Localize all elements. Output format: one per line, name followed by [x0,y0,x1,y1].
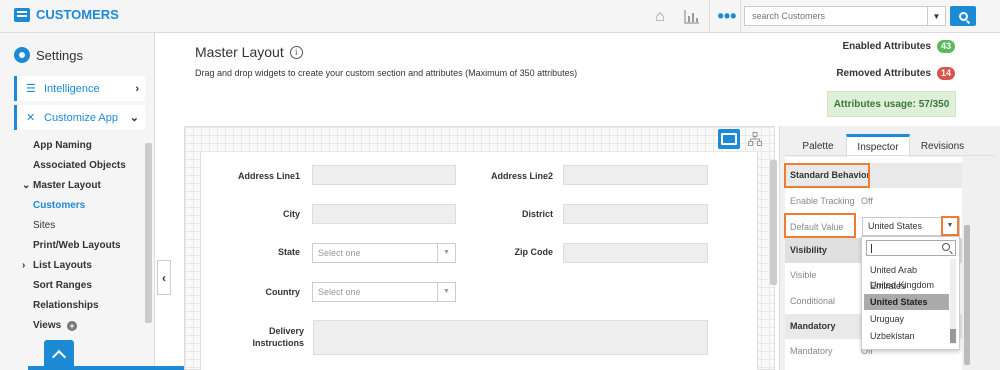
gear-icon [14,47,30,63]
canvas-scrollbar[interactable] [770,160,777,285]
home-icon[interactable]: ⌂ [644,0,676,33]
sidebar-item-sort-ranges[interactable]: Sort Ranges [33,280,92,291]
dropdown-option-selected[interactable]: United States [864,294,949,310]
search-icon [958,11,968,21]
tree-view-icon[interactable] [744,129,766,149]
city-label: City [282,209,300,219]
dropdown-scrollbar[interactable] [950,259,956,344]
sidebar-section-label: Customize App [44,111,118,124]
info-icon[interactable]: i [289,45,303,59]
dropdown-arrow-icon[interactable]: ▼ [941,216,959,236]
address-line1-label: Address Line1 [237,171,300,181]
mandatory-label: Mandatory [790,346,833,356]
search-button[interactable] [950,6,976,26]
divider [740,0,741,33]
page-title: Master Layout i [195,44,303,60]
address-line1-input[interactable] [312,165,456,185]
settings-title: Settings [36,47,83,63]
add-view-icon[interactable]: + [66,321,77,331]
panel-scrollbar[interactable] [964,225,970,365]
page-title-text: Master Layout [195,44,284,60]
address-line2-input[interactable] [563,165,708,185]
highlight-box [784,163,870,188]
enable-tracking-label: Enable Tracking [790,196,855,206]
state-select[interactable]: Select one ▼ [312,243,456,263]
divider [785,155,995,156]
city-input[interactable] [312,204,456,224]
app-title: CUSTOMERS [36,7,119,22]
dropdown-option[interactable]: Uzbekistan [864,328,949,344]
desktop-view-icon[interactable] [718,129,740,149]
list-icon: ☰ [26,83,36,95]
sidebar-item-views[interactable]: Views + [33,320,77,331]
country-placeholder: Select one [318,287,361,297]
chevron-right-icon[interactable]: › [22,260,25,271]
page-subtitle: Drag and drop widgets to create your cus… [195,68,578,78]
chevron-down-icon: ⌄ [129,112,139,124]
sidebar-section-label: Intelligence [44,82,100,95]
dropdown-arrow-icon: ▼ [437,244,455,262]
search-scope-dropdown[interactable]: ▼ [927,7,945,25]
sidebar-scrollbar[interactable] [145,143,152,323]
zip-code-input[interactable] [563,243,708,263]
divider [709,0,710,33]
delivery-instructions-label: Delivery Instructions [252,326,304,348]
enabled-attributes-label: Enabled Attributes [842,41,931,52]
sidebar-section-intelligence[interactable]: ☰ Intelligence › [14,76,145,101]
zip-code-label: Zip Code [514,247,554,257]
tools-icon: ✕ [26,112,36,124]
district-label: District [521,209,553,219]
address-line2-label: Address Line2 [490,171,553,181]
more-dots-icon[interactable]: ••• [711,0,743,33]
dropdown-search-input[interactable] [866,240,956,256]
sidebar: Settings ☰ Intelligence › ✕ Customize Ap… [0,33,155,370]
country-dropdown-popup: United Arab Emirates United Kingdom Unit… [861,236,960,350]
search-input[interactable] [745,7,927,25]
chart-icon[interactable] [676,0,708,33]
sidebar-item-relationships[interactable]: Relationships [33,300,99,311]
text-caret [871,244,872,253]
removed-count-badge: 14 [936,67,955,80]
state-placeholder: Select one [318,248,361,258]
sidebar-item-app-naming[interactable]: App Naming [33,140,92,151]
sidebar-item-sites[interactable]: Sites [33,220,55,231]
sidebar-item-list-layouts[interactable]: List Layouts [33,260,92,271]
sidebar-item-label: Views [33,320,62,331]
attributes-usage-box: Attributes usage: 57/350 [827,91,956,117]
removed-attributes-label: Removed Attributes [836,68,931,79]
settings-header: Settings [14,47,83,63]
delivery-instructions-textarea[interactable] [313,320,708,355]
removed-attributes[interactable]: Removed Attributes 14 [760,67,955,80]
top-bar: CUSTOMERS ⌂ ••• ▼ [0,0,1000,33]
app-brand[interactable]: CUSTOMERS [14,7,119,22]
sidebar-section-customize-app[interactable]: ✕ Customize App ⌄ [14,105,145,130]
sidebar-item-associated-objects[interactable]: Associated Objects [33,160,126,171]
sidebar-item-master-layout[interactable]: Master Layout [33,180,101,191]
sidebar-item-print-web-layouts[interactable]: Print/Web Layouts [33,240,121,251]
visible-label: Visible [790,270,817,280]
enabled-count-badge: 43 [936,40,955,53]
dropdown-arrow-icon: ▼ [437,283,455,301]
dropdown-option[interactable]: United Kingdom [864,277,949,293]
district-input[interactable] [563,204,708,224]
enabled-attributes: Enabled Attributes 43 [760,40,955,53]
collapse-sidebar-button[interactable]: ‹ [157,260,171,295]
search-icon [942,243,950,251]
chevron-down-icon[interactable]: ⌄ [22,180,30,191]
highlight-box [784,213,856,238]
country-label: Country [265,287,301,297]
state-label: State [277,247,300,257]
dropdown-option[interactable]: United Arab Emirates [864,259,949,291]
chevron-right-icon: › [135,82,139,95]
enable-tracking-value[interactable]: Off [861,196,873,206]
country-select[interactable]: Select one ▼ [312,282,456,302]
sidebar-item-customers[interactable]: Customers [33,200,85,211]
dropdown-option[interactable]: Uruguay [864,311,949,327]
customers-app-icon [14,7,30,22]
search-box: ▼ [744,6,946,26]
conditional-label: Conditional [790,296,836,306]
